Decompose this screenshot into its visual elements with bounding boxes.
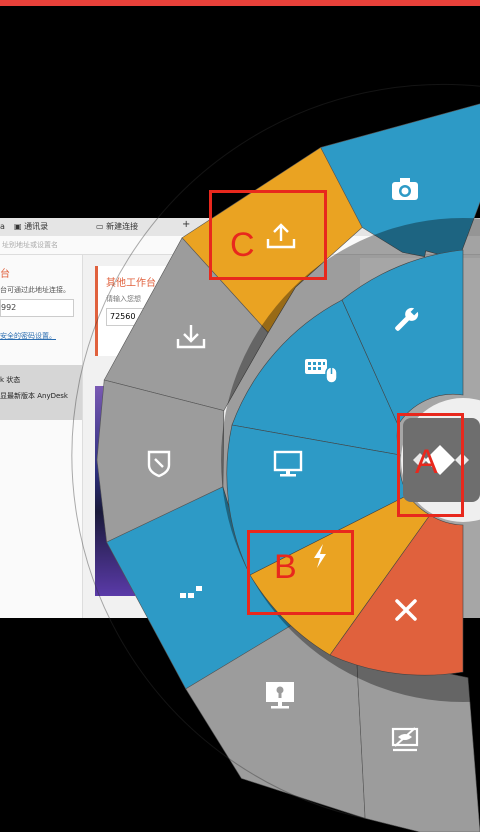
annotation-label-a: A	[415, 443, 438, 481]
annotation-label-c: C	[230, 226, 255, 264]
annotation-box-c	[209, 190, 327, 280]
annotation-box-b	[247, 530, 354, 615]
annotation-label-b: B	[274, 548, 297, 586]
